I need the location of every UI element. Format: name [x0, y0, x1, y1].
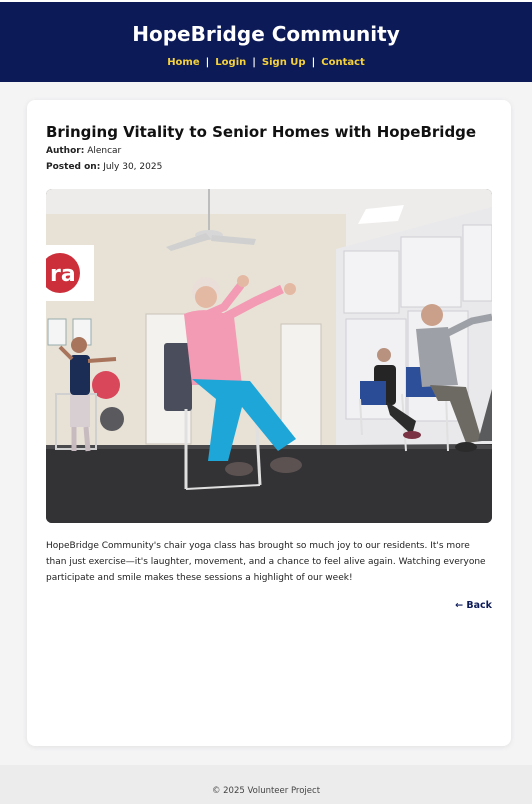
main-nav: Home | Login | Sign Up | Contact	[0, 57, 532, 68]
sign-text: ra	[50, 262, 76, 287]
nav-separator: |	[311, 57, 316, 68]
back-link[interactable]: ← Back	[455, 600, 492, 611]
posted-label: Posted on:	[46, 162, 101, 172]
nav-login-link[interactable]: Login	[215, 57, 246, 68]
site-header: HopeBridge Community Home | Login | Sign Up |…	[0, 0, 532, 82]
nav-contact-link[interactable]: Contact	[321, 57, 365, 68]
post-date: Posted on: July 30, 2025	[46, 162, 162, 172]
post-body: HopeBridge Community's chair yoga class …	[46, 541, 486, 583]
post-author: Author: Alencar	[46, 146, 121, 156]
chair-yoga-photo: ra	[46, 189, 492, 523]
author-label: Author:	[46, 146, 85, 156]
author-name: Alencar	[87, 146, 122, 156]
nav-separator: |	[252, 57, 256, 68]
post-card: Bringing Vitality to Senior Homes with H…	[27, 100, 511, 746]
post-photo: ra	[46, 189, 492, 523]
nav-separator: |	[205, 57, 210, 68]
nav-home-link[interactable]: Home	[167, 57, 199, 68]
site-footer: © 2025 Volunteer Project	[0, 765, 532, 804]
nav-signup-link[interactable]: Sign Up	[262, 57, 306, 68]
posted-date-value: July 30, 2025	[103, 162, 163, 172]
post-title: Bringing Vitality to Senior Homes with H…	[46, 123, 477, 141]
site-title: HopeBridge Community	[132, 22, 400, 46]
footer-copyright: © 2025 Volunteer Project	[211, 786, 321, 796]
